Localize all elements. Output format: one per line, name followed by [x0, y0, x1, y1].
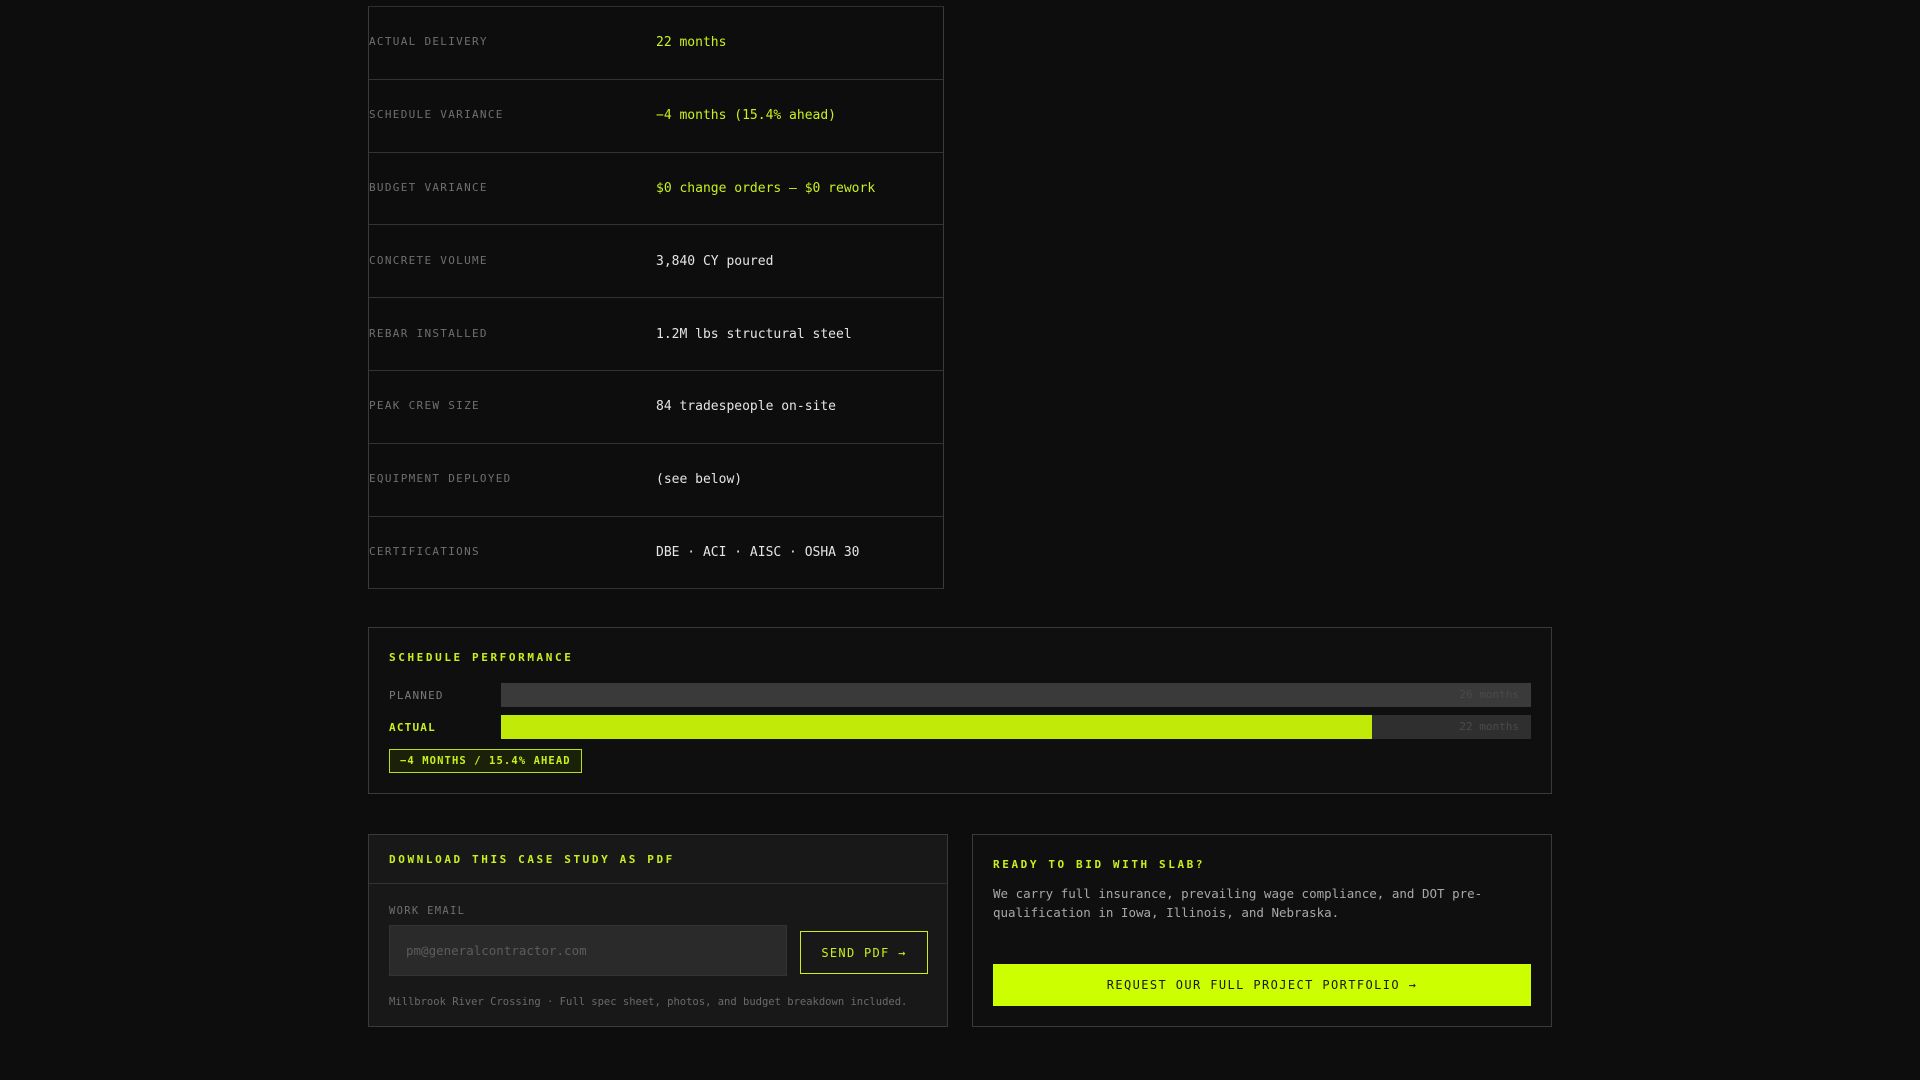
- spec-row: BUDGET VARIANCE $0 change orders — $0 re…: [369, 153, 943, 226]
- spec-label: EQUIPMENT DEPLOYED: [369, 472, 512, 486]
- planned-value: 26 months: [1459, 688, 1519, 701]
- spec-value: DBE · ACI · AISC · OSHA 30: [656, 544, 860, 560]
- spec-label: REBAR INSTALLED: [369, 326, 488, 340]
- actual-bar-fill: [501, 715, 1373, 739]
- spec-label: CERTIFICATIONS: [369, 544, 480, 558]
- spec-label: CONCRETE VOLUME: [369, 253, 488, 267]
- spec-row: EQUIPMENT DEPLOYED (see below): [369, 444, 943, 517]
- planned-bar-row: PLANNED 26 months: [389, 683, 1531, 707]
- download-title: DOWNLOAD THIS CASE STUDY AS PDF: [369, 835, 947, 884]
- planned-bar-fill: [501, 683, 1531, 707]
- work-email-label: WORK EMAIL: [389, 905, 466, 917]
- spec-row: CERTIFICATIONS DBE · ACI · AISC · OSHA 3…: [369, 517, 943, 590]
- spec-row: CONCRETE VOLUME 3,840 CY poured: [369, 225, 943, 299]
- spec-value: 22 months: [656, 35, 727, 51]
- download-panel: DOWNLOAD THIS CASE STUDY AS PDF WORK EMA…: [368, 834, 948, 1027]
- actual-label: ACTUAL: [389, 720, 436, 734]
- actual-value: 22 months: [1459, 720, 1519, 733]
- spec-row: PEAK CREW SIZE 84 tradespeople on-site: [369, 371, 943, 444]
- spec-value: −4 months (15.4% ahead): [656, 108, 837, 124]
- spec-value: 84 tradespeople on-site: [656, 399, 837, 415]
- spec-label: SCHEDULE VARIANCE: [369, 108, 504, 122]
- spec-label: PEAK CREW SIZE: [369, 399, 480, 413]
- schedule-performance-panel: SCHEDULE PERFORMANCE PLANNED 26 months A…: [368, 627, 1552, 794]
- send-pdf-button[interactable]: SEND PDF →: [800, 931, 928, 974]
- spec-value: 3,840 CY poured: [656, 253, 774, 269]
- spec-value: (see below): [656, 472, 743, 488]
- bid-description: We carry full insurance, prevailing wage…: [993, 886, 1483, 920]
- actual-bar-row: ACTUAL 22 months: [389, 715, 1531, 739]
- spec-row: REBAR INSTALLED 1.2M lbs structural stee…: [369, 298, 943, 371]
- spec-label: ACTUAL DELIVERY: [369, 35, 488, 49]
- spec-label: BUDGET VARIANCE: [369, 180, 488, 194]
- spec-table: ACTUAL DELIVERY 22 months SCHEDULE VARIA…: [368, 6, 944, 590]
- ahead-badge: −4 MONTHS / 15.4% AHEAD: [389, 749, 582, 773]
- download-note: Millbrook River Crossing · Full spec she…: [389, 996, 908, 1008]
- spec-value: 1.2M lbs structural steel: [656, 326, 852, 342]
- bid-title: READY TO BID WITH SLAB?: [993, 858, 1206, 871]
- actual-bar-track: 22 months: [501, 715, 1531, 739]
- planned-bar-track: 26 months: [501, 683, 1531, 707]
- work-email-input[interactable]: [389, 925, 787, 976]
- request-portfolio-button[interactable]: REQUEST OUR FULL PROJECT PORTFOLIO →: [993, 964, 1531, 1006]
- schedule-title: SCHEDULE PERFORMANCE: [389, 651, 574, 664]
- spec-row: SCHEDULE VARIANCE −4 months (15.4% ahead…: [369, 80, 943, 153]
- spec-value: $0 change orders — $0 rework: [656, 180, 876, 196]
- bid-panel: READY TO BID WITH SLAB? We carry full in…: [972, 834, 1552, 1027]
- spec-row: ACTUAL DELIVERY 22 months: [369, 7, 943, 80]
- planned-label: PLANNED: [389, 688, 444, 702]
